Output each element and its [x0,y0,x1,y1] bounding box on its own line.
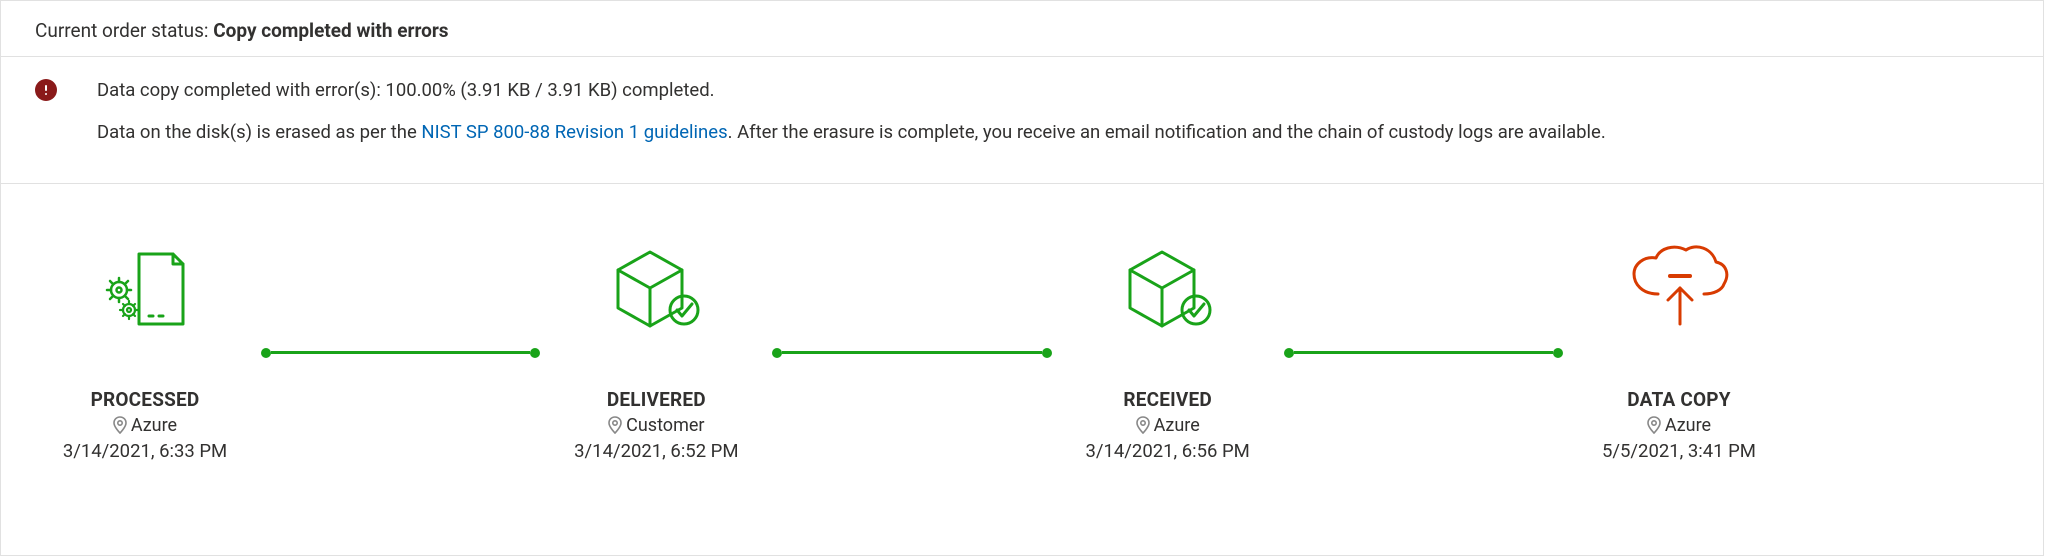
status-info-block: Data copy completed with error(s): 100.0… [1,57,2043,184]
info-line-2-prefix: Data on the disk(s) is erased as per the [97,121,421,143]
error-icon [35,79,57,101]
stage-title: RECEIVED [1123,388,1212,411]
info-line-2: Data on the disk(s) is erased as per the… [97,119,2009,147]
stage-location: Azure [1136,415,1200,436]
stage-location: Azure [113,415,177,436]
stage-location: Azure [1647,415,1711,436]
stage-timestamp: 3/14/2021, 6:56 PM [1085,440,1249,462]
stage-data-copy: DATA COPY Azure 5/5/2021, 3:41 PM [1569,244,1789,462]
pin-icon [1136,416,1150,434]
info-line-1: Data copy completed with error(s): 100.0… [97,77,2009,105]
stage-timestamp: 5/5/2021, 3:41 PM [1602,440,1756,462]
stage-timestamp: 3/14/2021, 6:52 PM [574,440,738,462]
stage-title: PROCESSED [91,388,200,411]
stage-location-text: Azure [1665,415,1711,436]
stage-location: Customer [608,415,704,436]
stage-location-text: Azure [1154,415,1200,436]
delivered-icon [606,244,706,334]
status-info-text: Data copy completed with error(s): 100.0… [97,77,2009,161]
info-line-2-suffix: . After the erasure is complete, you rec… [728,121,1606,143]
order-status-panel: Current order status: Copy completed wit… [0,0,2044,556]
stage-delivered: DELIVERED Customer 3/14/2021, 6:52 PM [546,244,766,462]
pin-icon [1647,416,1661,434]
received-icon [1118,244,1218,334]
stage-title: DATA COPY [1627,388,1730,411]
pin-icon [608,416,622,434]
stage-received: RECEIVED Azure 3/14/2021, 6:56 PM [1058,244,1278,462]
stage-title: DELIVERED [607,388,706,411]
status-header: Current order status: Copy completed wit… [1,1,2043,57]
stage-processed: PROCESSED Azure 3/14/2021, 6:33 PM [35,244,255,462]
stage-location-text: Customer [626,415,704,436]
stage-location-text: Azure [131,415,177,436]
stage-connector [772,308,1051,398]
pin-icon [113,416,127,434]
nist-guidelines-link[interactable]: NIST SP 800-88 Revision 1 guidelines [421,121,727,143]
stage-connector [1284,308,1563,398]
data-copy-error-icon [1624,244,1734,334]
stage-connector [261,308,540,398]
processed-icon [99,244,191,334]
stage-timestamp: 3/14/2021, 6:33 PM [63,440,227,462]
status-label: Current order status: [35,19,213,42]
stage-track: PROCESSED Azure 3/14/2021, 6:33 PM [1,184,2043,462]
status-value: Copy completed with errors [213,19,448,42]
